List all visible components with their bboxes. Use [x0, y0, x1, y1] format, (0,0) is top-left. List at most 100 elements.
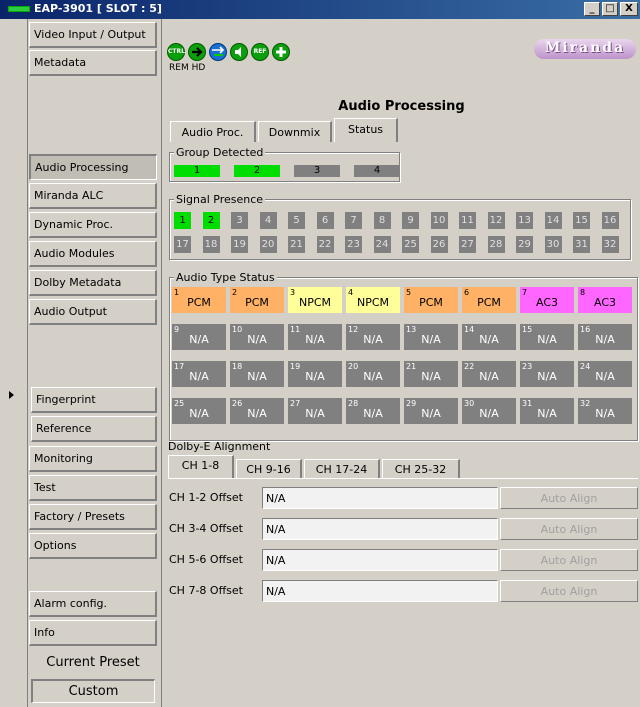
audio-type-value: PCM	[477, 296, 501, 309]
tab-ch-17-24[interactable]: CH 17-24	[304, 459, 380, 479]
audio-type-value: AC3	[535, 296, 558, 309]
page-title: Audio Processing	[338, 99, 465, 114]
maximize-button[interactable]: □	[602, 2, 618, 16]
main-panel: CTRL REF REM HD Miranda Audio Processing…	[161, 19, 640, 707]
audio-type-channel-5: 5 PCM	[404, 287, 458, 313]
audio-type-value: N/A	[595, 333, 615, 346]
signal-channel-9: 9	[402, 212, 419, 229]
sidebar-item-dynamic-proc[interactable]: Dynamic Proc.	[29, 212, 157, 238]
sidebar-item-options[interactable]: Options	[29, 533, 157, 559]
signal-channel-7: 7	[345, 212, 362, 229]
sidebar-item-video-input-output[interactable]: Video Input / Output	[29, 22, 157, 48]
offset-label: CH 1-2 Offset	[169, 491, 243, 504]
audio-type-value: N/A	[305, 333, 325, 346]
audio-type-value: N/A	[189, 333, 209, 346]
signal-channel-21: 21	[288, 236, 305, 253]
signal-channel-17: 17	[174, 236, 191, 253]
tab-ch-1-8[interactable]: CH 1-8	[168, 455, 234, 479]
sidebar-item-test[interactable]: Test	[29, 475, 157, 501]
offset-field[interactable]: N/A	[262, 549, 498, 571]
tab-downmix[interactable]: Downmix	[258, 121, 332, 142]
audio-type-channel-3: 3 NPCM	[288, 287, 342, 313]
ctrl-icon[interactable]: CTRL	[167, 43, 185, 61]
signal-channel-27: 27	[459, 236, 476, 253]
signal-channel-10: 10	[430, 212, 448, 229]
audio-type-value: NPCM	[298, 296, 332, 309]
app-icon	[8, 6, 30, 12]
sidebar-item-audio-processing[interactable]: Audio Processing	[29, 154, 157, 180]
auto-align-button[interactable]: Auto Align	[500, 580, 638, 602]
signal-channel-6: 6	[316, 212, 334, 229]
signal-channel-25: 25	[402, 236, 419, 253]
group-detected-title: Group Detected	[174, 146, 266, 159]
sidebar-item-factory-presets[interactable]: Factory / Presets	[29, 504, 157, 530]
sidebar-item-metadata[interactable]: Metadata	[29, 50, 157, 76]
sidebar-item-miranda-alc[interactable]: Miranda ALC	[29, 183, 157, 209]
expand-arrow-icon[interactable]	[9, 391, 14, 399]
audio-type-channel-14: 14 N/A	[462, 324, 516, 350]
group-detected-1: 1	[174, 165, 220, 177]
audio-type-channel-30: 30 N/A	[462, 398, 516, 424]
signal-channel-5: 5	[288, 212, 305, 229]
audio-type-channel-6: 6 PCM	[462, 287, 516, 313]
offset-label: CH 5-6 Offset	[169, 553, 243, 566]
audio-type-value: N/A	[537, 370, 557, 383]
tab-divider	[168, 478, 638, 479]
signal-channel-29: 29	[516, 236, 533, 253]
audio-type-value: N/A	[247, 370, 267, 383]
audio-type-value: N/A	[421, 370, 441, 383]
audio-type-channel-1: 1 PCM	[172, 287, 226, 313]
offset-field[interactable]: N/A	[262, 518, 498, 540]
miranda-logo: Miranda	[534, 39, 636, 59]
sidebar-item-reference[interactable]: Reference	[31, 416, 157, 442]
sidebar-item-audio-modules[interactable]: Audio Modules	[29, 241, 157, 267]
arrow-icon[interactable]	[188, 43, 206, 61]
current-preset-label: Current Preset	[46, 655, 140, 670]
signal-channel-2: 2	[202, 212, 220, 229]
tab-ch-9-16[interactable]: CH 9-16	[236, 459, 302, 479]
ref-icon[interactable]: REF	[251, 43, 269, 61]
current-preset-value[interactable]: Custom	[31, 679, 155, 703]
audio-type-channel-25: 25 N/A	[172, 398, 226, 424]
offset-field[interactable]: N/A	[262, 580, 498, 602]
tab-status[interactable]: Status	[334, 118, 398, 142]
sidebar-item-info[interactable]: Info	[29, 620, 157, 646]
auto-align-button[interactable]: Auto Align	[500, 487, 638, 509]
signal-channel-15: 15	[573, 212, 590, 229]
arrows-icon[interactable]	[209, 43, 227, 61]
audio-type-status-title: Audio Type Status	[174, 271, 277, 284]
audio-type-channel-26: 26 N/A	[230, 398, 284, 424]
audio-type-channel-16: 16 N/A	[578, 324, 632, 350]
tab-ch-25-32[interactable]: CH 25-32	[382, 459, 460, 479]
title-bar[interactable]: EAP-3901 [ SLOT : 5] _ □ X	[0, 0, 640, 19]
audio-type-channel-28: 28 N/A	[346, 398, 400, 424]
signal-channel-12: 12	[487, 212, 505, 229]
sidebar-item-fingerprint[interactable]: Fingerprint	[31, 387, 157, 413]
auto-align-button[interactable]: Auto Align	[500, 549, 638, 571]
tab-audio-proc[interactable]: Audio Proc.	[170, 121, 256, 142]
audio-icon[interactable]	[230, 43, 248, 61]
signal-channel-18: 18	[202, 236, 220, 253]
window-title: EAP-3901 [ SLOT : 5]	[34, 2, 162, 15]
close-button[interactable]: X	[620, 2, 638, 16]
audio-type-value: N/A	[305, 370, 325, 383]
plus-icon[interactable]	[272, 43, 290, 61]
audio-type-value: N/A	[479, 407, 499, 420]
sidebar-item-dolby-metadata[interactable]: Dolby Metadata	[29, 270, 157, 296]
sidebar-item-monitoring[interactable]: Monitoring	[29, 446, 157, 472]
auto-align-button[interactable]: Auto Align	[500, 518, 638, 540]
audio-type-channel-29: 29 N/A	[404, 398, 458, 424]
audio-type-channel-17: 17 N/A	[172, 361, 226, 387]
audio-type-value: N/A	[479, 333, 499, 346]
audio-type-channel-20: 20 N/A	[346, 361, 400, 387]
audio-type-channel-4: 4 NPCM	[346, 287, 400, 313]
audio-type-channel-22: 22 N/A	[462, 361, 516, 387]
audio-type-channel-18: 18 N/A	[230, 361, 284, 387]
signal-channel-8: 8	[373, 212, 391, 229]
sidebar-item-audio-output[interactable]: Audio Output	[29, 299, 157, 325]
collapse-strip[interactable]	[0, 19, 28, 707]
sidebar-item-alarm-config[interactable]: Alarm config.	[29, 591, 157, 617]
offset-field[interactable]: N/A	[262, 487, 498, 509]
audio-type-value: N/A	[595, 370, 615, 383]
minimize-button[interactable]: _	[584, 2, 600, 16]
